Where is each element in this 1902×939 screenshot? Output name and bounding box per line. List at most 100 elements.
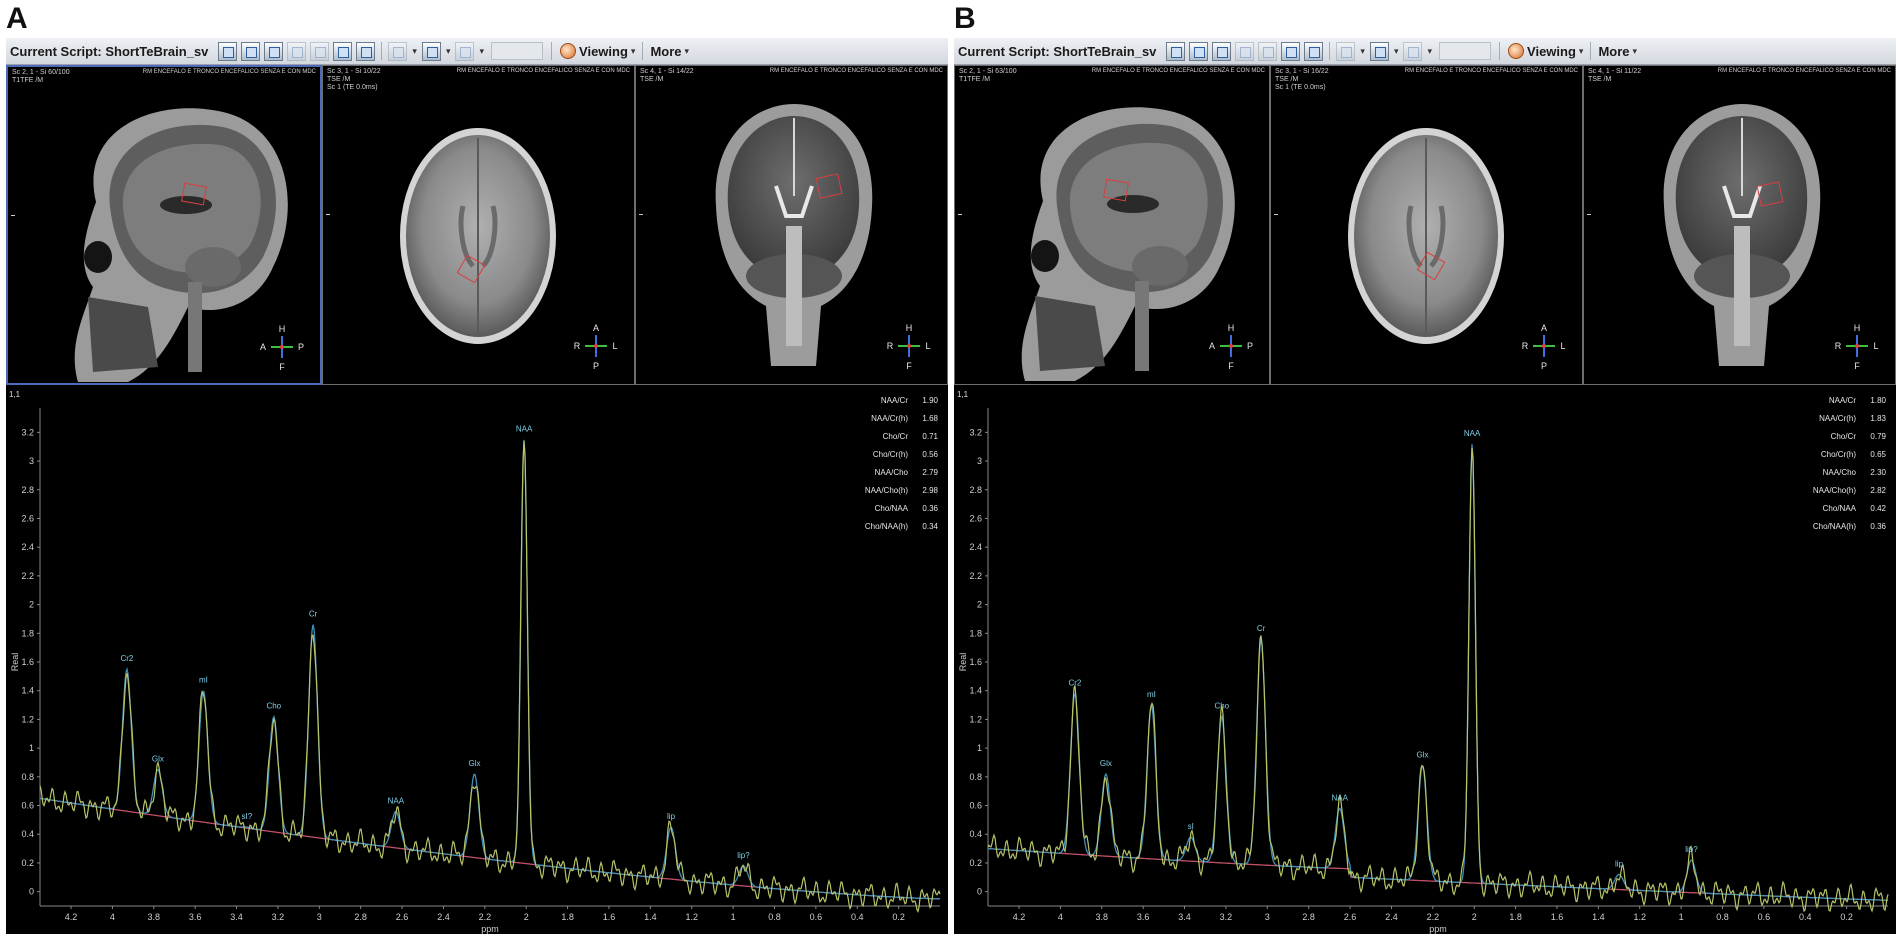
peak-label: Cho (1214, 702, 1229, 711)
layout-grid-icon[interactable] (1369, 41, 1389, 61)
orientation-left-label: R (574, 341, 581, 351)
peak-label: Glx (1416, 750, 1428, 759)
ratio-value: 0.34 (922, 522, 938, 531)
chevron-down-icon[interactable]: ▾ (446, 46, 451, 57)
chevron-down-icon[interactable]: ▾ (412, 46, 417, 57)
corpus-callosum (1107, 195, 1159, 213)
script-edit-icon[interactable] (264, 41, 284, 61)
orientation-top-label: H (906, 323, 913, 333)
toolbar: Current Script: ShortTeBrain_sv ▾ ▾ ▾ Vi… (954, 38, 1896, 65)
script-edit-icon[interactable] (1212, 41, 1232, 61)
y-tick-label: 1.4 (21, 686, 34, 696)
panel-letter-b: B (954, 2, 976, 35)
ratio-name: Cho/NAA (1822, 504, 1856, 513)
x-tick-label: 2.8 (354, 912, 367, 922)
x-tick-label: 0.8 (768, 912, 781, 922)
list-icon[interactable] (1403, 41, 1423, 61)
script-disabled-icon-2[interactable] (1258, 41, 1278, 61)
layers-icon[interactable] (1304, 41, 1324, 61)
script-disabled-icon[interactable] (1235, 41, 1255, 61)
ratio-value: 0.79 (1870, 432, 1886, 441)
toolbar-separator (551, 42, 553, 60)
viewport-sagittal[interactable]: H F A P Sc 2, 1 - Si 63/100 T1TFE /M RM ENC… (954, 65, 1270, 385)
chevron-down-icon[interactable]: ▾ (685, 46, 690, 57)
orientation-right-label: L (612, 341, 617, 351)
script-next-icon[interactable] (241, 41, 261, 61)
y-tick-label: 0.2 (21, 858, 34, 868)
more-menu[interactable]: More (1598, 44, 1629, 59)
current-script-label[interactable]: Current Script: ShortTeBrain_sv (954, 44, 1156, 59)
series-info: Sc 3, 1 - Si 16/22 TSE /M Sc 1 (TE 0.0ms… (1275, 68, 1329, 91)
script-step-icon[interactable] (218, 41, 238, 61)
chevron-down-icon[interactable]: ▾ (1579, 46, 1584, 57)
peak-label: lip (1615, 859, 1624, 868)
x-tick-label: 2.2 (479, 912, 492, 922)
script-step-icon[interactable] (1166, 41, 1186, 61)
script-disabled-icon-2[interactable] (310, 41, 330, 61)
viewport-axial[interactable]: A P R L Sc 3, 1 - Si 10/22 TSE /M Sc 1 (TE … (322, 65, 635, 385)
viewport-coronal[interactable]: H F R L Sc 4, 1 - Si 14/22 TSE /M RM ENCEFA… (635, 65, 948, 385)
y-tick-label: 1 (977, 743, 982, 753)
y-tick-label: 0.6 (21, 801, 34, 811)
y-tick-label: 3 (977, 456, 982, 466)
y-tick-label: 3.2 (969, 427, 982, 437)
list-icon[interactable] (455, 41, 475, 61)
series-info: Sc 2, 1 - Si 60/100 T1TFE /M (12, 69, 70, 84)
ratio-row: Cho/NAA(h) 0.34 (865, 518, 938, 536)
export-icon[interactable] (333, 41, 353, 61)
layout-grid-icon[interactable] (421, 41, 441, 61)
peak-label: sI? (242, 812, 253, 821)
viewport-axial[interactable]: A P R L Sc 3, 1 - Si 16/22 TSE /M Sc 1 (TE … (1270, 65, 1583, 385)
viewport-row: H F A P Sc 2, 1 - Si 63/100 T1TFE /M RM ENC… (954, 65, 1896, 385)
y-axis-label: Real (958, 653, 968, 672)
viewport-sagittal[interactable]: H F A P Sc 2, 1 - Si 60/100 T1TFE /M RM ENC… (6, 65, 322, 385)
x-tick-label: 2 (524, 912, 529, 922)
viewing-menu[interactable]: Viewing (1527, 44, 1576, 59)
x-tick-label: 1.6 (603, 912, 616, 922)
chevron-down-icon[interactable]: ▾ (631, 46, 636, 57)
chevron-down-icon[interactable]: ▾ (479, 46, 484, 57)
x-tick-label: 0.6 (1758, 912, 1771, 922)
peak-label: lip? (737, 851, 750, 860)
x-tick-label: 2.6 (1344, 912, 1357, 922)
chevron-down-icon[interactable]: ▾ (1633, 46, 1638, 57)
coronal-brain-image (715, 104, 873, 366)
script-next-icon[interactable] (1189, 41, 1209, 61)
ratio-name: NAA/Cho (1822, 468, 1856, 477)
series-info: Sc 2, 1 - Si 63/100 T1TFE /M (959, 68, 1017, 83)
y-tick-label: 1.2 (21, 714, 34, 724)
study-title: RM ENCEFALO E TRONCO ENCEFALICO SENZA E … (769, 68, 943, 74)
x-tick-label: 0.8 (1716, 912, 1729, 922)
ratio-name: Cho/NAA(h) (864, 522, 908, 531)
current-script-label[interactable]: Current Script: ShortTeBrain_sv (6, 44, 208, 59)
value-field[interactable] (491, 42, 544, 60)
viewing-icon[interactable] (560, 43, 577, 59)
layers-icon[interactable] (356, 41, 376, 61)
viewing-icon[interactable] (1508, 43, 1525, 59)
viewing-menu[interactable]: Viewing (579, 44, 628, 59)
ratio-name: Cho/Cr (1830, 432, 1856, 441)
scale-mark (326, 214, 330, 215)
viewport-image: H F A P (1021, 107, 1253, 381)
copy-icon[interactable] (388, 41, 408, 61)
script-disabled-icon[interactable] (287, 41, 307, 61)
x-tick-label: 0.6 (810, 912, 823, 922)
study-title: RM ENCEFALO E TRONCO ENCEFALICO SENZA E … (142, 69, 316, 75)
chevron-down-icon[interactable]: ▾ (1394, 46, 1399, 57)
face-structures (1035, 296, 1105, 371)
value-field[interactable] (1439, 42, 1492, 60)
chevron-down-icon[interactable]: ▾ (1427, 46, 1432, 57)
viewport-coronal[interactable]: H F R L Sc 4, 1 - Si 11/22 TSE /M RM ENCEFA… (1583, 65, 1896, 385)
ratio-value: 0.71 (922, 432, 938, 441)
mrs-spectrum[interactable]: 0 0.2 0.4 0.6 0.8 1 1.2 1.4 1.6 1.8 2 2.2 2.4 2.6 2.8 3… (6, 388, 948, 934)
more-menu[interactable]: More (650, 44, 681, 59)
copy-icon[interactable] (1336, 41, 1356, 61)
peak-label: NAA (1331, 793, 1348, 802)
mrs-spectrum[interactable]: 0 0.2 0.4 0.6 0.8 1 1.2 1.4 1.6 1.8 2 2.2 2.4 2.6 2.8 3… (954, 388, 1896, 934)
export-icon[interactable] (1281, 41, 1301, 61)
x-tick-label: 3.2 (272, 912, 285, 922)
orientation-center (594, 344, 598, 348)
x-tick-label: 1.2 (685, 912, 698, 922)
ratio-row: NAA/Cho 2.79 (865, 464, 938, 482)
chevron-down-icon[interactable]: ▾ (1360, 46, 1365, 57)
